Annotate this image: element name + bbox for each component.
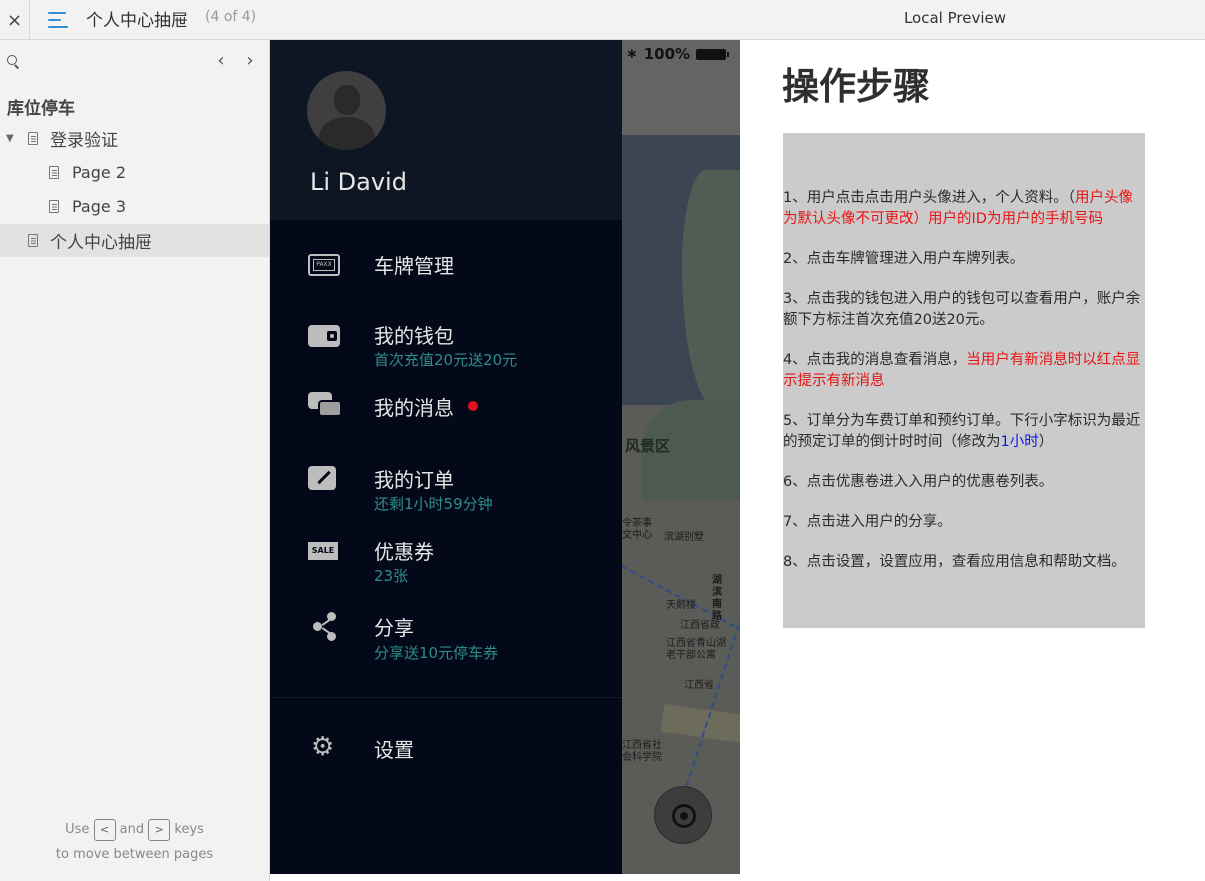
phone-preview: 风景区 令茶事 文中心 滨湖别墅 湖滨南路 天鹅楼 江西省政 江西省青山湖 老干… [270,40,740,874]
tree-item-label: 登录验证 [50,131,118,151]
next-page-button[interactable]: › [242,50,258,71]
close-button[interactable]: × [0,0,30,40]
divider [270,697,622,698]
caret-down-icon[interactable]: ▼ [6,133,14,144]
menu-item-messages[interactable]: 我的消息 [270,380,622,442]
page-icon [49,200,59,213]
menu-item-label: 设置 [374,738,414,762]
drawer-header: Li David [270,40,622,220]
prev-page-button[interactable]: ‹ [213,50,229,71]
note-item: 7、点击进入用户的分享。 [783,512,1141,533]
tree-item-login[interactable]: ▼ 登录验证 [0,122,269,155]
note-text: 4、点击我的消息查看消息， [783,352,967,368]
project-name: 库位停车 [7,99,75,119]
profile-drawer: Li David PAXX 车牌管理 我的钱包 首次充值20元送20元 我的消息… [270,40,622,874]
menu-item-settings[interactable]: ⚙ 设置 [270,718,622,780]
note-item: 4、点击我的消息查看消息，当用户有新消息时以红点显示提示有新消息 [783,350,1141,392]
note-text: 8、点击设置，设置应用，查看应用信息和帮助文档。 [783,554,1126,570]
page-icon [28,132,38,145]
note-item: 3、点击我的钱包进入用户的钱包可以查看用户，账户余额下方标注首次充值20送20元… [783,289,1141,331]
note-text: 1小时 [1000,434,1039,450]
menu-item-label: 我的订单 [374,468,454,492]
hint-text: to move between pages [55,847,214,862]
note-text: ） [1038,434,1054,450]
menu-item-label: 车牌管理 [374,254,454,278]
note-text: 2、点击车牌管理进入用户车牌列表。 [783,251,1025,267]
prev-key-icon: < [93,818,116,841]
note-item: 1、用户点击点击用户头像进入，个人资料。（用户头像为默认头像不可更改）用户的ID… [783,188,1141,230]
avatar[interactable] [307,71,386,150]
menu-item-sub: 23张 [374,567,409,585]
note-text: 3、点击我的钱包进入用户的钱包可以查看用户，账户余额下方标注首次充值20送20元… [783,291,1141,328]
menu-item-share[interactable]: 分享 分享送10元停车券 [270,600,622,662]
menu-item-coupons[interactable]: SALE 优惠券 23张 [270,524,622,586]
map-label: 湖滨南路 [712,575,722,622]
unread-dot [468,401,478,411]
note-text: 7、点击进入用户的分享。 [783,514,952,530]
menu-item-sub: 分享送10元停车券 [374,644,499,662]
page-title: 个人中心抽屉 [86,11,188,31]
page-count: (4 of 4) [205,9,257,25]
search-icon[interactable] [7,55,21,69]
gear-icon: ⚙ [311,732,335,762]
page-icon [28,234,38,247]
notes-title: 操作步骤 [782,65,930,108]
map-label: 江西省青山湖 老干部公寓 [666,638,726,661]
menu-item-sub: 首次充值20元送20元 [374,351,518,369]
notes-box: 1、用户点击点击用户头像进入，个人资料。（用户头像为默认头像不可更改）用户的ID… [783,133,1145,628]
map-label: 天鹅楼 [666,600,696,611]
map-label: 滨湖别墅 [664,532,704,543]
share-icon [313,612,339,642]
note-item: 5、订单分为车费订单和预约订单。下行小字标识为最近的预定订单的倒计时时间（修改为… [783,411,1141,453]
page-icon [49,166,59,179]
map-label: 江西省政 [680,620,720,631]
local-preview-label: Local Preview [903,9,1007,27]
hamburger-menu-icon[interactable] [48,9,70,31]
note-text: 1、用户点击点击用户头像进入，个人资料。（ [783,190,1075,206]
map-label: 江西省社 会科学院 [622,740,662,763]
tree-item-label: 个人中心抽屉 [50,233,152,253]
tree-item-label: Page 2 [72,163,126,182]
menu-item-plate[interactable]: PAXX 车牌管理 [270,236,622,298]
menu-item-label: 分享 [374,616,414,640]
map-label: 令茶事 文中心 [622,518,652,541]
map-label: 江西省 [684,680,714,691]
hint-text: Use [65,822,90,837]
map-background: 风景区 令茶事 文中心 滨湖别墅 湖滨南路 天鹅楼 江西省政 江西省青山湖 老干… [622,40,740,874]
hint-text: keys [174,822,204,837]
user-name: Li David [310,168,407,196]
battery-percent: 100% [643,45,691,63]
note-item: 2、点击车牌管理进入用户车牌列表。 [783,249,1141,270]
tree-item-page3[interactable]: Page 3 [0,190,269,223]
menu-item-wallet[interactable]: 我的钱包 首次充值20元送20元 [270,308,622,370]
edit-icon [308,466,336,490]
map-label: 风景区 [625,437,671,455]
top-bar: × 个人中心抽屉 (4 of 4) Local Preview [0,0,1205,40]
menu-item-label: 我的钱包 [374,324,454,348]
battery-icon [696,48,730,60]
chat-icon [308,392,342,418]
menu-item-orders[interactable]: 我的订单 还剩1小时59分钟 [270,452,622,514]
status-bar: ∗ 100% [622,40,740,68]
bluetooth-icon: ∗ [626,46,638,62]
tree-item-label: Page 3 [72,197,126,216]
menu-item-label: 我的消息 [374,396,454,420]
plate-icon: PAXX [308,254,340,276]
note-text: 6、点击优惠卷进入入用户的优惠卷列表。 [783,474,1054,490]
locate-button[interactable] [654,786,712,844]
wallet-icon [308,325,340,347]
note-text: 5、订单分为车费订单和预约订单。下行小字标识为最近的预定订单的倒计时时间（修改为 [783,413,1141,450]
keyboard-hint: Use < and > keys to move between pages [0,817,269,867]
tree-item-page2[interactable]: Page 2 [0,156,269,189]
menu-item-sub: 还剩1小时59分钟 [374,495,493,513]
tree-item-profile-drawer[interactable]: 个人中心抽屉 [0,224,269,257]
sidebar: ‹ › 库位停车 ▼ 登录验证 Page 2 Page 3 个人中心抽屉 Use… [0,40,270,881]
note-item: 8、点击设置，设置应用，查看应用信息和帮助文档。 [783,552,1141,573]
next-key-icon: > [148,818,171,841]
sale-tag-icon: SALE [308,542,338,560]
hint-text: and [119,822,145,837]
note-item: 6、点击优惠卷进入入用户的优惠卷列表。 [783,472,1141,493]
menu-item-label: 优惠券 [374,540,434,564]
